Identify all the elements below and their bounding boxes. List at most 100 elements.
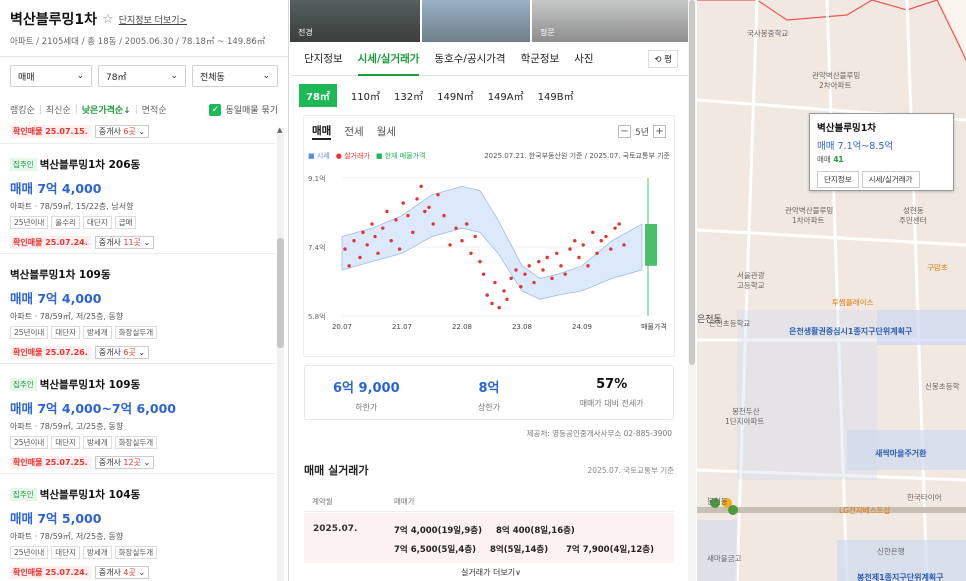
broker-button[interactable]: 중개사 6곳 ⌄ [94, 346, 150, 359]
deal-entry: 7억 4,000(19일,9층) [394, 526, 482, 536]
tab-school[interactable]: 학군정보 [521, 51, 560, 66]
period-minus-button[interactable]: − [617, 124, 631, 138]
deal-month: 2025.07. [313, 524, 358, 534]
list-item[interactable]: 확인매물 25.07.15. 중개사 6곳 ⌄ [0, 122, 275, 144]
area-select[interactable]: 78㎡ ⌄ [98, 65, 186, 87]
x-tick-label: 24.09 [572, 323, 592, 331]
list-item[interactable]: 집주인 벽산블루밍1차 109동 매매 7억 4,000~7억 6,000 아파트… [0, 364, 275, 474]
sort-area[interactable]: 면적순 [142, 103, 167, 116]
sort-latest[interactable]: 최신순 [46, 103, 71, 116]
photo-building[interactable] [422, 0, 530, 42]
dedupe-toggle[interactable]: ✓ 동일매물 묶기 [209, 103, 278, 116]
deal-point [411, 230, 415, 235]
feature-chip: 대단지 [51, 546, 80, 559]
area-tab-110[interactable]: 110㎡ [351, 88, 380, 103]
detail-scrollbar[interactable] [688, 0, 696, 581]
popup-price-button[interactable]: 시세/실거래가 [861, 171, 920, 188]
deal-more-button[interactable]: 실거래가 더보기∨ [290, 567, 692, 578]
map-label[interactable]: 신봉초등학 [925, 381, 960, 392]
deal-table-header: 계약월 매매가 [304, 490, 674, 512]
popup-price: 매매 7.1억~8.5억 [817, 141, 894, 152]
deal-point [370, 222, 374, 226]
deal-point [559, 264, 563, 268]
detail-tabs: 단지정보 시세/실거래가 동호수/공시가격 학군정보 사진 ⟲ 평 [290, 42, 692, 76]
deal-point [376, 251, 380, 255]
deal-point [436, 193, 440, 197]
scrollbar-thumb[interactable] [277, 238, 284, 348]
tab-complex-info[interactable]: 단지정보 [304, 51, 343, 66]
scrollbar-thumb[interactable] [689, 0, 695, 365]
tab-price[interactable]: 시세/실거래가 [357, 42, 420, 76]
listing-name: 벽산블루밍1차 104동 [39, 489, 141, 501]
map-label[interactable]: 구암초 [927, 262, 948, 273]
photo-gate[interactable]: 정문 [532, 0, 692, 42]
map-label[interactable]: 고등학교 [737, 280, 765, 291]
map-label[interactable]: 1차아파트 [792, 215, 824, 226]
broker-button[interactable]: 중개사 6곳 ⌄ [94, 125, 150, 138]
map-label[interactable]: 국사봉중학교 [747, 28, 788, 39]
favorite-star-icon[interactable]: ☆ [102, 12, 114, 27]
chart-tab-jeonse[interactable]: 전세 [344, 124, 363, 139]
listing-scrollbar[interactable]: ▲ [277, 126, 284, 581]
pyeong-toggle[interactable]: ⟲ 평 [648, 49, 678, 68]
scroll-up-arrow-icon[interactable]: ▲ [277, 126, 282, 134]
popup-count: 매매 41 [817, 155, 844, 164]
sort-low-price[interactable]: 낮은가격순↓ [82, 103, 131, 116]
list-item[interactable]: 집주인 벽산블루밍1차 104동 매매 7억 5,000 아파트 · 78/59㎡… [0, 474, 275, 581]
deal-point [568, 247, 572, 251]
map-label[interactable]: 은천생활권중심시1종지구단위계획구 [789, 326, 912, 337]
x-tick-label: 21.07 [392, 323, 412, 331]
map-label[interactable]: LG전자베스트샵 [839, 505, 890, 516]
broker-button[interactable]: 중개사 4곳 ⌄ [94, 566, 150, 579]
broker-button[interactable]: 중개사 12곳 ⌄ [94, 456, 155, 469]
trade-type-select[interactable]: 매매 ⌄ [10, 65, 92, 87]
confirm-badge: 확인매물 25.07.26. [10, 346, 91, 359]
deal-point [442, 213, 446, 218]
deal-point [497, 305, 501, 310]
y-tick-label: 7.4억 [308, 244, 326, 252]
deal-point [381, 226, 385, 230]
map-label[interactable]: 은천초등학교 [709, 318, 750, 329]
area-tab-132[interactable]: 132㎡ [394, 88, 423, 103]
deal-point [343, 247, 347, 251]
listing-price: 매매 7억 4,000~7억 6,000 [10, 401, 177, 416]
chart-tab-sale[interactable]: 매매 [312, 123, 332, 140]
map-label[interactable]: 봉천제1종지구단위계획구 [857, 572, 944, 581]
chart-tab-monthly[interactable]: 월세 [377, 124, 396, 139]
deal-point [358, 255, 362, 260]
photo-overview[interactable]: 전경 [290, 0, 420, 42]
map-label[interactable]: 투썸플레이스 [832, 297, 873, 308]
map-view[interactable]: 국사봉중학교 관악벽산블루밍 2차아파트 관악벽산블루밍 1차아파트 성현동 주민센터 서울관… [697, 0, 966, 581]
deal-point [527, 264, 531, 268]
chart-tabs: 매매 전세 월세 − 5년 + [304, 116, 674, 146]
popup-title: 벽산블루밍1차 [817, 123, 877, 134]
area-tab-78[interactable]: 78㎡ [299, 83, 337, 107]
confirm-badge: 확인매물 25.07.25. [10, 456, 91, 469]
list-item[interactable]: 벽산블루밍1차 109동 매매 7억 4,000 아파트 · 78/59㎡, 저… [0, 254, 275, 364]
map-label[interactable]: 새마을금고 [707, 553, 742, 564]
complex-popup[interactable]: 벽산블루밍1차 매매 7.1억~8.5억 매매 41 단지정보 시세/실거래가 [809, 113, 954, 191]
map-label[interactable]: 봉천동 [707, 496, 728, 507]
popup-info-button[interactable]: 단지정보 [817, 171, 859, 188]
trade-type-value: 매매 [18, 72, 35, 83]
map-label[interactable]: 한국타이어 [907, 492, 942, 503]
complex-info-more-link[interactable]: 단지정보 더보기> [119, 13, 187, 26]
area-tab-149a[interactable]: 149A㎡ [488, 88, 524, 103]
map-label[interactable]: 1단지아파트 [725, 416, 764, 427]
building-select[interactable]: 전체동 ⌄ [192, 65, 278, 87]
deal-point [389, 239, 393, 243]
tab-photos[interactable]: 사진 [574, 51, 593, 66]
map-label[interactable]: 새싹마을주거환 [875, 448, 927, 459]
area-tab-149b[interactable]: 149B㎡ [538, 88, 574, 103]
deal-point [609, 247, 613, 251]
list-item[interactable]: 집주인 벽산블루밍1차 206동 매매 7억 4,000 아파트 · 78/59㎡… [0, 144, 275, 254]
map-label[interactable]: 2차아파트 [819, 80, 851, 91]
map-label[interactable]: 주민센터 [899, 215, 927, 226]
period-plus-button[interactable]: + [653, 124, 666, 138]
sort-ranking[interactable]: 랭킹순 [10, 103, 35, 116]
area-tab-149n[interactable]: 149N㎡ [437, 88, 474, 103]
map-label[interactable]: 신한은행 [877, 546, 905, 557]
broker-button[interactable]: 중개사 11곳 ⌄ [94, 236, 155, 249]
tab-units[interactable]: 동호수/공시가격 [434, 51, 505, 66]
deal-point [509, 276, 513, 281]
